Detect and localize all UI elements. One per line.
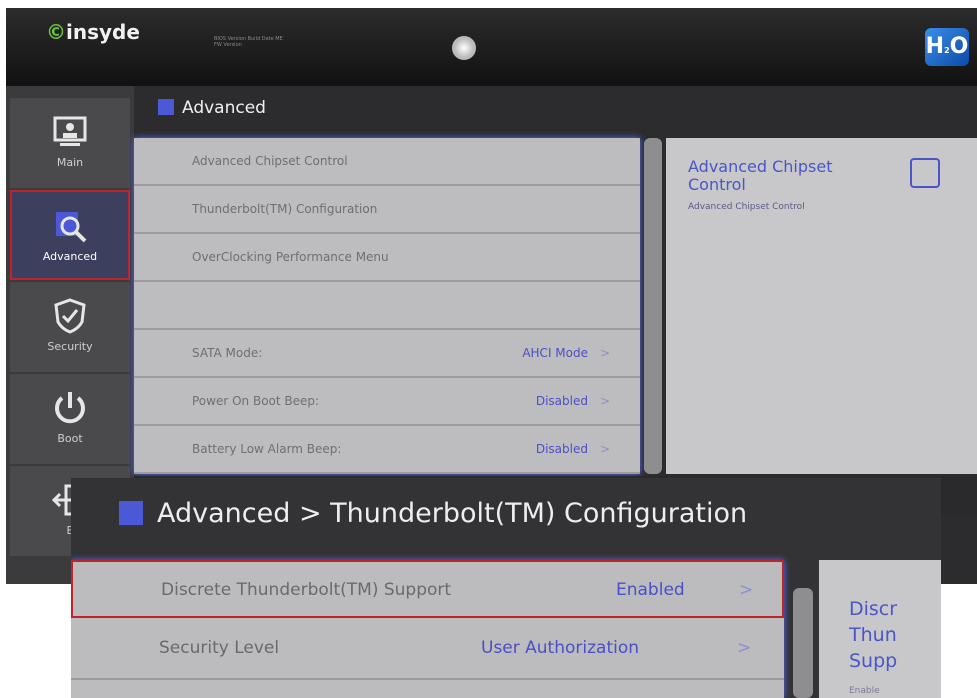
menu-item-overclocking[interactable]: OverClocking Performance Menu [134, 234, 640, 282]
sidebar-item-label: Boot [57, 432, 83, 445]
help-title: Advanced Chipset Control [688, 157, 833, 194]
menu-item-thunderbolt-configuration[interactable]: Thunderbolt(TM) Configuration [134, 186, 640, 234]
chevron-right-icon: > [599, 394, 610, 408]
chevron-right-icon: > [737, 638, 752, 658]
advanced-icon [158, 99, 174, 115]
sidebar-item-label: Security [47, 340, 93, 353]
advanced-icon [56, 212, 87, 243]
scrollbar[interactable] [644, 138, 662, 474]
sidebar-item-label: Advanced [42, 250, 98, 263]
advanced-icon [119, 501, 143, 525]
overlay-help-panel: Discr Thun Supp Enable [819, 560, 941, 698]
help-title: Discr Thun Supp [849, 598, 898, 672]
setting-battery-low-alarm-beep[interactable]: Battery Low Alarm Beep: Disabled > [134, 426, 640, 474]
setting-security-level[interactable]: Security Level User Authorization > [71, 620, 784, 680]
bios-screen-overlay: Advanced > Thunderbolt(TM) Configuration… [71, 478, 941, 698]
power-icon [55, 392, 85, 424]
chevron-right-icon: > [599, 346, 610, 360]
sidebar-item-advanced[interactable]: Advanced [10, 190, 130, 280]
h2o-badge-icon: H2O [925, 28, 969, 66]
overlay-title: Advanced > Thunderbolt(TM) Configuration [119, 498, 747, 529]
menu-item-advanced-chipset-control[interactable]: Advanced Chipset Control [134, 138, 640, 186]
overlay-settings-list: Discrete Thunderbolt(TM) Support Enabled… [71, 560, 784, 698]
sidebar-item-boot[interactable]: Boot [10, 374, 130, 464]
advanced-icon [910, 158, 940, 188]
setting-discrete-thunderbolt-support[interactable]: Discrete Thunderbolt(TM) Support Enabled… [71, 560, 784, 618]
setting-sata-mode[interactable]: SATA Mode: AHCI Mode > [134, 330, 640, 378]
chevron-right-icon: > [599, 442, 610, 456]
help-panel: Advanced Chipset Control Advanced Chipse… [666, 138, 977, 474]
setting-power-on-boot-beep[interactable]: Power On Boot Beep: Disabled > [134, 378, 640, 426]
sidebar-item-label: Main [56, 156, 84, 169]
insyde-logo: ©insyde [46, 20, 140, 44]
shield-icon [54, 298, 86, 334]
chevron-right-icon: > [739, 580, 754, 600]
help-description: Enable [849, 686, 880, 696]
sidebar-item-main[interactable]: Main [10, 98, 130, 188]
logo-swirl-icon: © [46, 20, 66, 44]
scrollbar[interactable] [793, 588, 813, 698]
help-description: Advanced Chipset Control [688, 202, 805, 212]
sidebar-item-security[interactable]: Security [10, 282, 130, 372]
monitor-icon [53, 116, 87, 146]
spacer-row [134, 282, 640, 330]
settings-list: Advanced Chipset Control Thunderbolt(TM)… [134, 138, 640, 474]
page-title: Advanced [158, 98, 266, 118]
top-bar: ©insyde BIOS Version Build Date ME FW Ve… [6, 8, 977, 86]
knob-icon [452, 36, 476, 60]
bios-info-text: BIOS Version Build Date ME FW Version [214, 36, 283, 48]
